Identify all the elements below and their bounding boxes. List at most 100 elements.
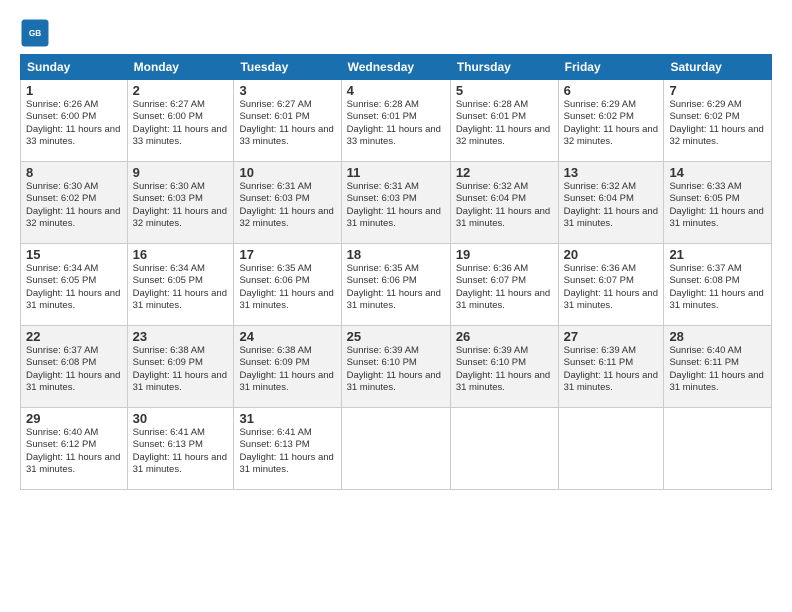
- weekday-header-saturday: Saturday: [664, 55, 772, 80]
- day-detail: Sunrise: 6:38 AMSunset: 6:09 PMDaylight:…: [133, 345, 229, 394]
- day-cell: [450, 408, 558, 490]
- day-detail: Sunrise: 6:34 AMSunset: 6:05 PMDaylight:…: [133, 263, 229, 312]
- day-detail: Sunrise: 6:27 AMSunset: 6:00 PMDaylight:…: [133, 99, 229, 148]
- day-cell: 28 Sunrise: 6:40 AMSunset: 6:11 PMDaylig…: [664, 326, 772, 408]
- day-number: 8: [26, 165, 122, 180]
- day-detail: Sunrise: 6:39 AMSunset: 6:10 PMDaylight:…: [347, 345, 445, 394]
- day-detail: Sunrise: 6:40 AMSunset: 6:11 PMDaylight:…: [669, 345, 766, 394]
- day-cell: 22 Sunrise: 6:37 AMSunset: 6:08 PMDaylig…: [21, 326, 128, 408]
- day-cell: 17 Sunrise: 6:35 AMSunset: 6:06 PMDaylig…: [234, 244, 341, 326]
- day-detail: Sunrise: 6:30 AMSunset: 6:03 PMDaylight:…: [133, 181, 229, 230]
- day-cell: 14 Sunrise: 6:33 AMSunset: 6:05 PMDaylig…: [664, 162, 772, 244]
- day-number: 7: [669, 83, 766, 98]
- week-row-1: 1 Sunrise: 6:26 AMSunset: 6:00 PMDayligh…: [21, 80, 772, 162]
- day-detail: Sunrise: 6:40 AMSunset: 6:12 PMDaylight:…: [26, 427, 122, 476]
- day-cell: 19 Sunrise: 6:36 AMSunset: 6:07 PMDaylig…: [450, 244, 558, 326]
- day-cell: 13 Sunrise: 6:32 AMSunset: 6:04 PMDaylig…: [558, 162, 664, 244]
- day-detail: Sunrise: 6:39 AMSunset: 6:11 PMDaylight:…: [564, 345, 659, 394]
- weekday-header-sunday: Sunday: [21, 55, 128, 80]
- day-cell: [558, 408, 664, 490]
- day-detail: Sunrise: 6:38 AMSunset: 6:09 PMDaylight:…: [239, 345, 335, 394]
- day-number: 15: [26, 247, 122, 262]
- day-number: 31: [239, 411, 335, 426]
- day-cell: 26 Sunrise: 6:39 AMSunset: 6:10 PMDaylig…: [450, 326, 558, 408]
- day-detail: Sunrise: 6:28 AMSunset: 6:01 PMDaylight:…: [456, 99, 553, 148]
- day-detail: Sunrise: 6:32 AMSunset: 6:04 PMDaylight:…: [456, 181, 553, 230]
- day-number: 25: [347, 329, 445, 344]
- day-number: 12: [456, 165, 553, 180]
- day-detail: Sunrise: 6:37 AMSunset: 6:08 PMDaylight:…: [26, 345, 122, 394]
- day-number: 1: [26, 83, 122, 98]
- day-cell: 1 Sunrise: 6:26 AMSunset: 6:00 PMDayligh…: [21, 80, 128, 162]
- day-cell: 7 Sunrise: 6:29 AMSunset: 6:02 PMDayligh…: [664, 80, 772, 162]
- day-number: 11: [347, 165, 445, 180]
- day-detail: Sunrise: 6:35 AMSunset: 6:06 PMDaylight:…: [347, 263, 445, 312]
- day-number: 17: [239, 247, 335, 262]
- day-cell: 29 Sunrise: 6:40 AMSunset: 6:12 PMDaylig…: [21, 408, 128, 490]
- day-number: 2: [133, 83, 229, 98]
- day-cell: 5 Sunrise: 6:28 AMSunset: 6:01 PMDayligh…: [450, 80, 558, 162]
- day-cell: 4 Sunrise: 6:28 AMSunset: 6:01 PMDayligh…: [341, 80, 450, 162]
- day-detail: Sunrise: 6:36 AMSunset: 6:07 PMDaylight:…: [564, 263, 659, 312]
- day-detail: Sunrise: 6:34 AMSunset: 6:05 PMDaylight:…: [26, 263, 122, 312]
- day-cell: 25 Sunrise: 6:39 AMSunset: 6:10 PMDaylig…: [341, 326, 450, 408]
- day-number: 21: [669, 247, 766, 262]
- day-detail: Sunrise: 6:35 AMSunset: 6:06 PMDaylight:…: [239, 263, 335, 312]
- day-number: 27: [564, 329, 659, 344]
- day-detail: Sunrise: 6:33 AMSunset: 6:05 PMDaylight:…: [669, 181, 766, 230]
- day-detail: Sunrise: 6:41 AMSunset: 6:13 PMDaylight:…: [239, 427, 335, 476]
- day-cell: 10 Sunrise: 6:31 AMSunset: 6:03 PMDaylig…: [234, 162, 341, 244]
- week-row-5: 29 Sunrise: 6:40 AMSunset: 6:12 PMDaylig…: [21, 408, 772, 490]
- logo: GB: [20, 18, 52, 48]
- day-number: 3: [239, 83, 335, 98]
- day-cell: 15 Sunrise: 6:34 AMSunset: 6:05 PMDaylig…: [21, 244, 128, 326]
- day-detail: Sunrise: 6:31 AMSunset: 6:03 PMDaylight:…: [239, 181, 335, 230]
- header: GB: [20, 18, 772, 48]
- header-row: SundayMondayTuesdayWednesdayThursdayFrid…: [21, 55, 772, 80]
- day-number: 23: [133, 329, 229, 344]
- day-cell: 8 Sunrise: 6:30 AMSunset: 6:02 PMDayligh…: [21, 162, 128, 244]
- week-row-2: 8 Sunrise: 6:30 AMSunset: 6:02 PMDayligh…: [21, 162, 772, 244]
- day-cell: 6 Sunrise: 6:29 AMSunset: 6:02 PMDayligh…: [558, 80, 664, 162]
- day-number: 28: [669, 329, 766, 344]
- day-cell: 11 Sunrise: 6:31 AMSunset: 6:03 PMDaylig…: [341, 162, 450, 244]
- day-number: 4: [347, 83, 445, 98]
- day-number: 14: [669, 165, 766, 180]
- week-row-4: 22 Sunrise: 6:37 AMSunset: 6:08 PMDaylig…: [21, 326, 772, 408]
- day-number: 5: [456, 83, 553, 98]
- day-number: 24: [239, 329, 335, 344]
- weekday-header-monday: Monday: [127, 55, 234, 80]
- calendar-table: SundayMondayTuesdayWednesdayThursdayFrid…: [20, 54, 772, 490]
- day-number: 19: [456, 247, 553, 262]
- day-cell: 21 Sunrise: 6:37 AMSunset: 6:08 PMDaylig…: [664, 244, 772, 326]
- day-detail: Sunrise: 6:29 AMSunset: 6:02 PMDaylight:…: [564, 99, 659, 148]
- day-cell: 9 Sunrise: 6:30 AMSunset: 6:03 PMDayligh…: [127, 162, 234, 244]
- day-cell: 2 Sunrise: 6:27 AMSunset: 6:00 PMDayligh…: [127, 80, 234, 162]
- day-cell: 23 Sunrise: 6:38 AMSunset: 6:09 PMDaylig…: [127, 326, 234, 408]
- day-cell: 31 Sunrise: 6:41 AMSunset: 6:13 PMDaylig…: [234, 408, 341, 490]
- day-detail: Sunrise: 6:27 AMSunset: 6:01 PMDaylight:…: [239, 99, 335, 148]
- day-detail: Sunrise: 6:32 AMSunset: 6:04 PMDaylight:…: [564, 181, 659, 230]
- day-detail: Sunrise: 6:30 AMSunset: 6:02 PMDaylight:…: [26, 181, 122, 230]
- day-detail: Sunrise: 6:39 AMSunset: 6:10 PMDaylight:…: [456, 345, 553, 394]
- day-cell: 20 Sunrise: 6:36 AMSunset: 6:07 PMDaylig…: [558, 244, 664, 326]
- day-number: 10: [239, 165, 335, 180]
- day-cell: 27 Sunrise: 6:39 AMSunset: 6:11 PMDaylig…: [558, 326, 664, 408]
- day-detail: Sunrise: 6:28 AMSunset: 6:01 PMDaylight:…: [347, 99, 445, 148]
- weekday-header-wednesday: Wednesday: [341, 55, 450, 80]
- day-number: 13: [564, 165, 659, 180]
- calendar-page: GB SundayMondayTuesdayWednesdayThursdayF…: [0, 0, 792, 612]
- day-detail: Sunrise: 6:26 AMSunset: 6:00 PMDaylight:…: [26, 99, 122, 148]
- day-detail: Sunrise: 6:31 AMSunset: 6:03 PMDaylight:…: [347, 181, 445, 230]
- day-detail: Sunrise: 6:29 AMSunset: 6:02 PMDaylight:…: [669, 99, 766, 148]
- day-detail: Sunrise: 6:41 AMSunset: 6:13 PMDaylight:…: [133, 427, 229, 476]
- weekday-header-tuesday: Tuesday: [234, 55, 341, 80]
- day-number: 6: [564, 83, 659, 98]
- logo-icon: GB: [20, 18, 50, 48]
- weekday-header-thursday: Thursday: [450, 55, 558, 80]
- day-number: 30: [133, 411, 229, 426]
- day-cell: 16 Sunrise: 6:34 AMSunset: 6:05 PMDaylig…: [127, 244, 234, 326]
- day-number: 20: [564, 247, 659, 262]
- day-cell: 3 Sunrise: 6:27 AMSunset: 6:01 PMDayligh…: [234, 80, 341, 162]
- day-detail: Sunrise: 6:37 AMSunset: 6:08 PMDaylight:…: [669, 263, 766, 312]
